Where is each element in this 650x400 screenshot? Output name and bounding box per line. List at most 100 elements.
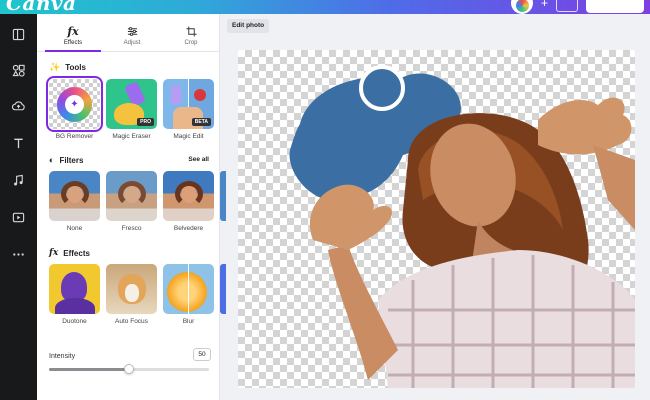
left-rail bbox=[0, 14, 37, 400]
effect-duotone[interactable]: Duotone bbox=[49, 264, 100, 325]
plaid-shirt bbox=[378, 250, 635, 388]
filter-icon: ◐ bbox=[49, 155, 55, 165]
audio-icon bbox=[14, 174, 23, 186]
dog-face-graphic bbox=[125, 284, 139, 302]
filter-fresco[interactable]: Fresco bbox=[106, 171, 157, 232]
sparkle-icon: ✨ bbox=[49, 62, 61, 72]
tool-magic-eraser[interactable]: PRO Magic Eraser bbox=[106, 79, 157, 140]
pro-badge: PRO bbox=[137, 118, 154, 126]
hair-graphic bbox=[175, 181, 203, 207]
layout-icon bbox=[12, 28, 25, 40]
slider-handle[interactable] bbox=[124, 364, 134, 374]
filter-belvedere[interactable]: Belvedere bbox=[163, 171, 214, 232]
section-title: Tools bbox=[65, 63, 86, 72]
effect-auto-focus[interactable]: Auto Focus bbox=[106, 264, 157, 325]
effect-blur[interactable]: Blur bbox=[163, 264, 214, 325]
selection-circle bbox=[359, 65, 405, 111]
magic-edit-thumbnail[interactable]: BETA bbox=[163, 79, 214, 129]
tool-bg-remover[interactable]: ✦ BG Remover bbox=[46, 76, 103, 140]
tab-crop[interactable]: Crop bbox=[163, 26, 219, 51]
tab-label: Effects bbox=[63, 40, 83, 46]
effect-next-partial[interactable] bbox=[220, 264, 226, 325]
orange-graphic bbox=[167, 272, 207, 312]
elements-icon bbox=[12, 64, 25, 77]
tab-adjust[interactable]: Adjust bbox=[104, 26, 160, 51]
filter-thumbnail[interactable] bbox=[220, 171, 226, 221]
divider-line bbox=[188, 264, 189, 314]
filters-see-all-link[interactable]: See all bbox=[188, 156, 209, 163]
effect-label: Blur bbox=[182, 318, 195, 325]
text-icon bbox=[14, 138, 23, 148]
rail-item-uploads[interactable] bbox=[0, 92, 37, 120]
section-title: Filters bbox=[59, 155, 84, 165]
avatar[interactable] bbox=[510, 0, 533, 14]
filter-thumbnail[interactable] bbox=[49, 171, 100, 221]
rail-item-elements[interactable] bbox=[0, 56, 37, 84]
photo-canvas[interactable] bbox=[238, 50, 635, 388]
tab-effects[interactable]: fx Effects bbox=[45, 25, 101, 52]
tool-magic-edit[interactable]: BETA Magic Edit bbox=[163, 79, 214, 140]
hair-graphic bbox=[61, 181, 89, 207]
tool-label: BG Remover bbox=[55, 133, 94, 140]
tool-label: Magic Eraser bbox=[112, 133, 151, 140]
lavender-flower bbox=[171, 85, 181, 105]
intensity-slider[interactable] bbox=[49, 364, 209, 374]
intensity-label: Intensity bbox=[49, 353, 76, 360]
effect-thumbnail[interactable] bbox=[163, 264, 214, 314]
wand-icon: ✦ bbox=[65, 95, 84, 114]
hair-graphic bbox=[118, 181, 146, 207]
right-hand bbox=[538, 97, 632, 155]
effect-label: Duotone bbox=[62, 318, 87, 325]
effect-label: Auto Focus bbox=[115, 318, 148, 325]
right-arm bbox=[593, 145, 635, 230]
tools-heading: ✨ Tools bbox=[49, 62, 86, 73]
bg-remover-thumbnail[interactable]: ✦ bbox=[46, 76, 103, 132]
add-person-icon[interactable]: + bbox=[541, 0, 548, 10]
filters-list: None Fresco Belvedere bbox=[49, 171, 226, 232]
shoulder-graphic bbox=[55, 298, 95, 314]
rail-item-video[interactable] bbox=[0, 203, 37, 231]
tab-label: Adjust bbox=[123, 40, 141, 46]
filter-thumbnail[interactable] bbox=[106, 171, 157, 221]
canva-logo[interactable]: Canva bbox=[6, 0, 77, 14]
effect-thumbnail[interactable] bbox=[49, 264, 100, 314]
section-title: Effects bbox=[63, 248, 90, 258]
filter-label: Belvedere bbox=[173, 225, 204, 232]
tab-label: Crop bbox=[184, 40, 198, 46]
edit-photo-panel: fx Effects Adjust Crop ✨ Tools ✦ BG Remo… bbox=[37, 14, 226, 400]
magic-eraser-thumbnail[interactable]: PRO bbox=[106, 79, 157, 129]
crop-icon bbox=[163, 26, 219, 38]
effects-heading: fx Effects bbox=[49, 248, 90, 258]
rail-item-audio[interactable] bbox=[0, 166, 37, 194]
tools-list: ✦ BG Remover PRO Magic Eraser BETA Magic… bbox=[46, 76, 214, 140]
effect-thumbnail[interactable] bbox=[220, 264, 226, 314]
filter-thumbnail[interactable] bbox=[163, 171, 214, 221]
tool-label: Magic Edit bbox=[173, 133, 204, 140]
slider-fill bbox=[49, 368, 129, 371]
share-button[interactable] bbox=[586, 0, 644, 13]
video-icon bbox=[12, 212, 25, 222]
rail-item-text[interactable] bbox=[0, 129, 37, 157]
filter-none[interactable]: None bbox=[49, 171, 100, 232]
filter-label: None bbox=[66, 225, 83, 232]
rail-item-more[interactable] bbox=[0, 240, 37, 268]
uploads-icon bbox=[12, 100, 25, 110]
filter-next-partial[interactable] bbox=[220, 171, 226, 232]
rose-flower bbox=[194, 89, 206, 101]
rail-item-layout[interactable] bbox=[0, 20, 37, 48]
filter-label: Fresco bbox=[121, 225, 142, 232]
top-actions: + bbox=[510, 0, 644, 14]
panel-tabs: fx Effects Adjust Crop bbox=[37, 26, 220, 52]
sliders-icon bbox=[104, 26, 160, 38]
effect-thumbnail[interactable] bbox=[106, 264, 157, 314]
filters-heading: ◐ Filters bbox=[49, 155, 83, 165]
intensity-value-input[interactable]: 50 bbox=[193, 348, 211, 361]
fx-icon: fx bbox=[49, 248, 59, 258]
more-icon bbox=[13, 252, 24, 256]
analytics-button[interactable] bbox=[556, 0, 578, 12]
fx-icon: fx bbox=[67, 25, 79, 38]
top-bar: Canva + bbox=[0, 0, 650, 14]
edit-photo-button[interactable]: Edit photo bbox=[227, 19, 270, 33]
beta-badge: BETA bbox=[191, 118, 211, 126]
effects-list: Duotone Auto Focus Blur bbox=[49, 264, 226, 325]
